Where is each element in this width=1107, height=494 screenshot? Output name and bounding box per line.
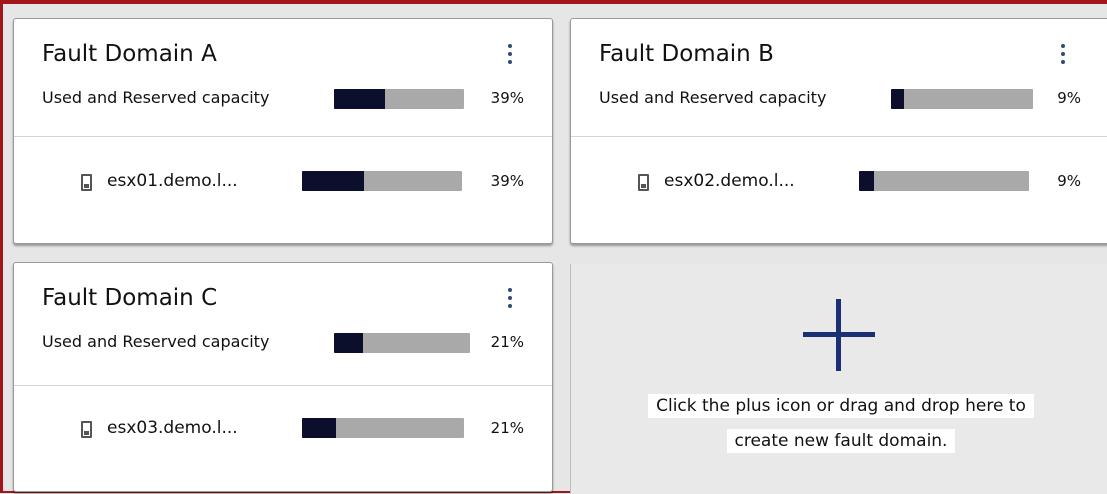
capacity-label: Used and Reserved capacity	[42, 332, 270, 351]
capacity-percent: 9%	[1057, 89, 1081, 107]
add-instructions-line2: create new fault domain.	[726, 429, 956, 453]
capacity-bar-fill	[891, 89, 904, 109]
host-capacity-percent: 39%	[490, 172, 524, 190]
capacity-bar-fill	[334, 333, 363, 353]
fault-domain-card-c: Fault Domain C Used and Reserved capacit…	[13, 262, 553, 492]
server-host-icon	[638, 174, 649, 191]
host-capacity-bar-fill	[302, 418, 337, 438]
host-name[interactable]: esx02.demo.l...	[664, 171, 795, 191]
card-divider	[14, 385, 552, 386]
kebab-menu-icon[interactable]	[503, 283, 517, 313]
capacity-bar-fill	[334, 89, 385, 109]
host-name[interactable]: esx03.demo.l...	[107, 418, 238, 438]
fault-domains-panel: Fault Domain A Used and Reserved capacit…	[0, 0, 1107, 494]
host-capacity-bar	[302, 171, 462, 191]
add-fault-domain-instructions: Click the plus icon or drag and drop her…	[601, 389, 1081, 459]
capacity-bar	[891, 89, 1033, 109]
server-host-icon	[81, 421, 92, 438]
kebab-menu-icon[interactable]	[503, 39, 517, 69]
capacity-bar	[334, 89, 464, 109]
fault-domain-title: Fault Domain C	[42, 285, 218, 311]
plus-icon[interactable]	[803, 299, 875, 371]
host-capacity-bar-fill	[859, 171, 875, 191]
card-divider	[571, 136, 1107, 137]
card-divider	[14, 136, 552, 137]
server-host-icon	[81, 174, 92, 191]
fault-domain-title: Fault Domain B	[599, 41, 774, 67]
add-fault-domain-dropzone[interactable]: Click the plus icon or drag and drop her…	[570, 264, 1107, 494]
fault-domain-card-b: Fault Domain B Used and Reserved capacit…	[570, 18, 1107, 244]
fault-domain-card-a: Fault Domain A Used and Reserved capacit…	[13, 18, 553, 244]
host-name[interactable]: esx01.demo.l...	[107, 171, 238, 191]
kebab-menu-icon[interactable]	[1056, 39, 1070, 69]
host-capacity-bar	[859, 171, 1029, 191]
host-capacity-percent: 9%	[1057, 172, 1081, 190]
add-instructions-line1: Click the plus icon or drag and drop her…	[648, 394, 1034, 418]
capacity-label: Used and Reserved capacity	[42, 88, 270, 107]
fault-domain-title: Fault Domain A	[42, 41, 217, 67]
host-capacity-bar-fill	[302, 171, 365, 191]
capacity-bar	[334, 333, 470, 353]
capacity-percent: 21%	[490, 333, 524, 351]
host-capacity-percent: 21%	[490, 419, 524, 437]
host-capacity-bar	[302, 418, 464, 438]
capacity-label: Used and Reserved capacity	[599, 88, 827, 107]
capacity-percent: 39%	[490, 89, 524, 107]
